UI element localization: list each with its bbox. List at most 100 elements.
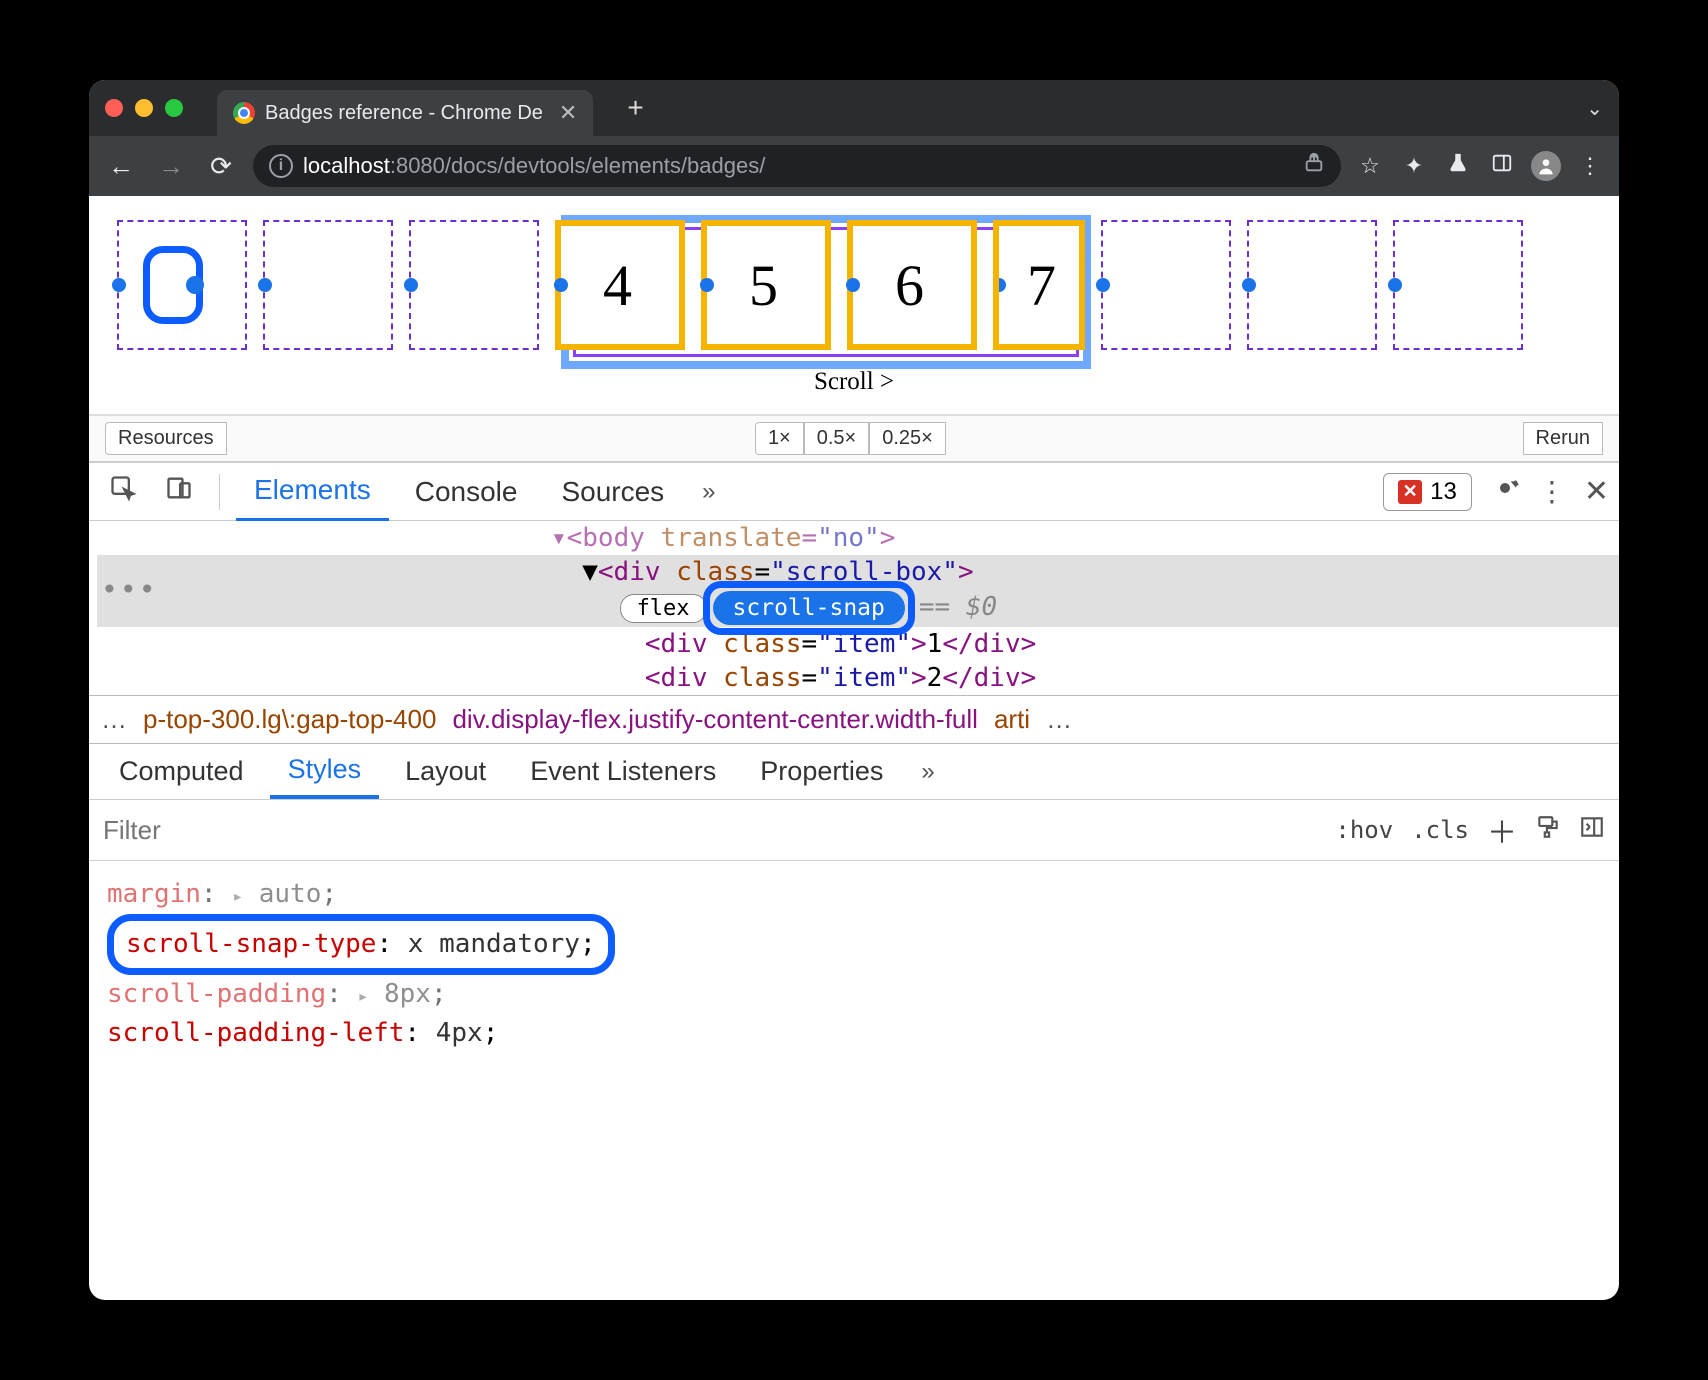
back-button[interactable]: ←	[103, 151, 139, 182]
css-declaration[interactable]: scroll-padding: ▸ 8px;	[107, 975, 1601, 1014]
close-tab-icon[interactable]: ✕	[559, 100, 577, 126]
devtools-tabs: Elements Console Sources » ✕ 13 ⋮ ✕	[89, 463, 1619, 521]
scroll-item-visible: 4	[555, 220, 685, 350]
new-style-rule-icon[interactable]: ＋	[1487, 808, 1517, 852]
close-window-button[interactable]	[105, 99, 123, 117]
reload-button[interactable]: ⟳	[203, 151, 239, 182]
bookmark-star-icon[interactable]: ☆	[1355, 153, 1385, 179]
snap-point-icon	[1388, 278, 1402, 292]
more-tabs-icon[interactable]: »	[909, 758, 946, 786]
snap-origin-marker	[143, 246, 203, 324]
panel-icon[interactable]	[1487, 152, 1517, 180]
page-viewport: 4 5 6 7 Scroll > Resources 1× 0.5× 0.25×…	[89, 196, 1619, 461]
snap-point-icon	[404, 278, 418, 292]
scroll-snap-demo: 4 5 6 7 Scroll >	[89, 196, 1619, 415]
css-declaration[interactable]: margin: ▸ auto;	[107, 875, 1601, 914]
scroll-item-visible: 5	[701, 220, 831, 350]
zoom-option[interactable]: 1×	[755, 422, 804, 455]
tab-layout[interactable]: Layout	[387, 746, 504, 797]
toggle-sidebar-icon[interactable]	[1579, 814, 1605, 846]
kebab-menu-icon[interactable]: ⋮	[1575, 153, 1605, 179]
url-bar[interactable]: i localhost:8080/docs/devtools/elements/…	[253, 145, 1341, 187]
tab-console[interactable]: Console	[397, 464, 536, 520]
forward-button[interactable]: →	[153, 151, 189, 182]
minimize-window-button[interactable]	[135, 99, 153, 117]
tab-computed[interactable]: Computed	[101, 746, 262, 797]
breadcrumb-overflow-icon[interactable]: …	[101, 704, 127, 735]
dollar-zero: == $0	[919, 592, 997, 622]
paint-icon[interactable]	[1535, 814, 1561, 846]
window-menu-chevron-icon[interactable]: ⌄	[1586, 96, 1603, 121]
devtools-panel: Elements Console Sources » ✕ 13 ⋮ ✕ •••	[89, 461, 1619, 1300]
site-info-icon[interactable]: i	[269, 154, 293, 178]
more-tabs-icon[interactable]: »	[690, 478, 727, 506]
new-tab-button[interactable]: +	[617, 88, 653, 128]
error-count-badge[interactable]: ✕ 13	[1383, 473, 1472, 511]
highlight-ring: scroll-snap-type: x mandatory;	[107, 914, 615, 975]
snap-point-icon	[112, 278, 126, 292]
error-x-icon: ✕	[1398, 480, 1422, 504]
scroll-item-visible: 6	[847, 220, 977, 350]
tab-title: Badges reference - Chrome De	[265, 102, 543, 125]
tab-elements[interactable]: Elements	[236, 462, 389, 522]
browser-tab[interactable]: Badges reference - Chrome De ✕	[217, 90, 593, 136]
device-toggle-icon[interactable]	[155, 474, 203, 509]
rerun-button[interactable]: Rerun	[1523, 422, 1603, 455]
scroll-item	[409, 220, 539, 350]
tab-properties[interactable]: Properties	[742, 746, 901, 797]
snap-point-icon	[1242, 278, 1256, 292]
chrome-icon	[233, 102, 255, 124]
zoom-option[interactable]: 0.25×	[869, 422, 946, 455]
maximize-window-button[interactable]	[165, 99, 183, 117]
scroll-item-visible-partial: 7	[993, 220, 1085, 350]
scroll-item	[1247, 220, 1377, 350]
tab-sources[interactable]: Sources	[543, 464, 682, 520]
styles-filter-input[interactable]	[103, 815, 303, 846]
extensions-icon[interactable]: ✦	[1399, 153, 1429, 179]
scroll-snap-badge[interactable]: scroll-snap	[713, 591, 905, 625]
profile-avatar[interactable]	[1531, 151, 1561, 181]
flex-badge[interactable]: flex	[620, 594, 707, 623]
settings-gear-icon[interactable]	[1490, 473, 1520, 510]
breadcrumb-item[interactable]: div.display-flex.justify-content-center.…	[452, 704, 978, 735]
dom-node[interactable]: <div class="item">2</div>	[97, 661, 1619, 695]
zoom-option[interactable]: 0.5×	[804, 422, 869, 455]
breadcrumb[interactable]: … p-top-300.lg\:gap-top-400 div.display-…	[89, 695, 1619, 744]
resources-button[interactable]: Resources	[105, 422, 227, 455]
traffic-lights	[105, 99, 183, 117]
browser-window: Badges reference - Chrome De ✕ + ⌄ ← → ⟳…	[89, 80, 1619, 1300]
breadcrumb-overflow-icon[interactable]: …	[1046, 704, 1072, 735]
scrollbox[interactable]: 4 5 6 7	[117, 210, 1591, 360]
breadcrumb-item[interactable]: arti	[994, 704, 1030, 735]
error-count: 13	[1430, 478, 1457, 506]
share-icon[interactable]	[1303, 152, 1325, 180]
divider	[219, 474, 220, 510]
kebab-menu-icon[interactable]: ⋮	[1538, 475, 1566, 508]
tab-event-listeners[interactable]: Event Listeners	[512, 746, 734, 797]
tab-styles[interactable]: Styles	[270, 744, 380, 799]
snap-point-icon	[1096, 278, 1110, 292]
snap-point-icon	[258, 278, 272, 292]
overflow-dots-icon[interactable]: •••	[101, 573, 158, 606]
scroll-caption: Scroll >	[117, 360, 1591, 410]
labs-icon[interactable]	[1443, 152, 1473, 180]
breadcrumb-item[interactable]: p-top-300.lg\:gap-top-400	[143, 704, 436, 735]
inspect-icon[interactable]	[99, 474, 147, 509]
close-devtools-icon[interactable]: ✕	[1584, 474, 1609, 509]
styles-filter-row: :hov .cls ＋	[89, 800, 1619, 861]
css-declaration-highlighted[interactable]: scroll-snap-type: x mandatory;	[107, 914, 1601, 975]
url-host: localhost	[303, 153, 390, 178]
css-rules[interactable]: margin: ▸ auto; scroll-snap-type: x mand…	[89, 861, 1619, 1067]
snap-point-icon	[700, 278, 714, 292]
dom-node[interactable]: ▾<body translate="no">	[97, 521, 1619, 555]
css-declaration[interactable]: scroll-padding-left: 4px;	[107, 1014, 1601, 1053]
cls-button[interactable]: .cls	[1411, 816, 1469, 844]
snap-point-icon	[993, 278, 1006, 292]
styles-tabs: Computed Styles Layout Event Listeners P…	[89, 744, 1619, 800]
browser-toolbar: ← → ⟳ i localhost:8080/docs/devtools/ele…	[89, 136, 1619, 196]
scroll-item	[263, 220, 393, 350]
dom-tree[interactable]: ••• ▾<body translate="no"> ▼<div class="…	[89, 521, 1619, 695]
hov-button[interactable]: :hov	[1335, 816, 1393, 844]
titlebar: Badges reference - Chrome De ✕ + ⌄	[89, 80, 1619, 136]
demo-footer: Resources 1× 0.5× 0.25× Rerun	[89, 415, 1619, 461]
